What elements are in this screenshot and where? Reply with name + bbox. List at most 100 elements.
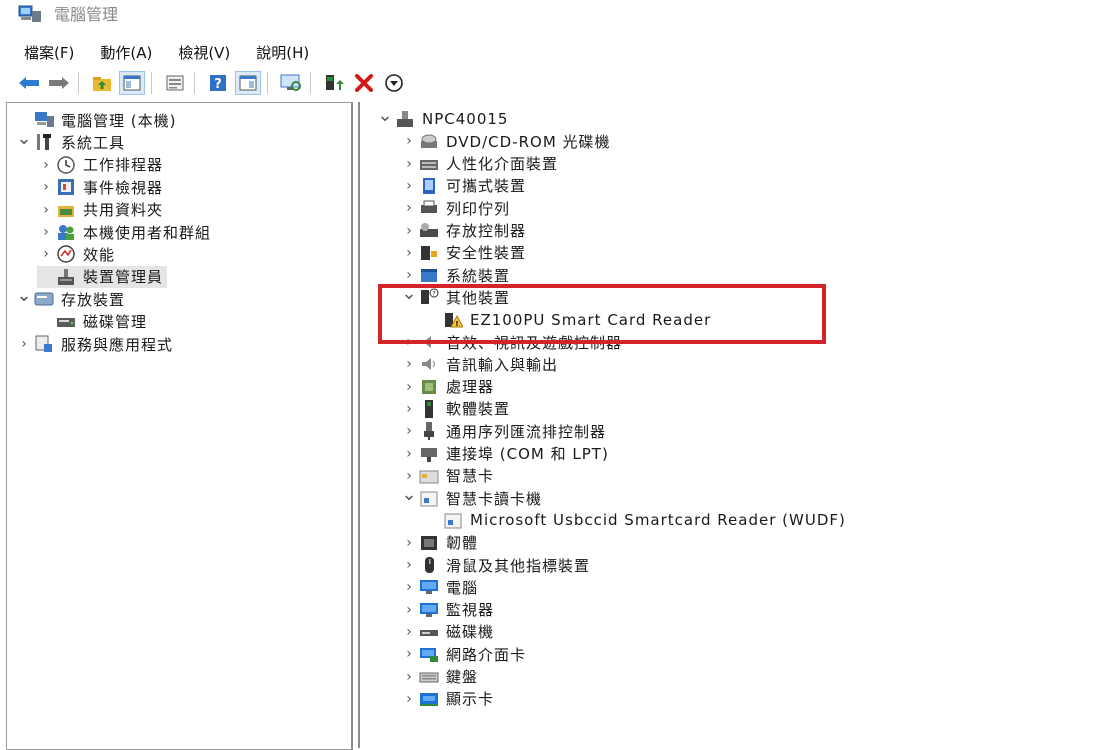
tree-item[interactable]: › 通用序列匯流排控制器: [400, 420, 606, 442]
smart-card-icon: [418, 466, 440, 486]
help-icon: ?: [210, 75, 226, 92]
smart-card-reader-icon: [418, 488, 440, 508]
chevron-right-icon[interactable]: ›: [400, 355, 418, 373]
tree-item[interactable]: › 可攜式裝置: [400, 175, 526, 197]
tree-item[interactable]: › 監視器: [400, 599, 494, 621]
tree-item[interactable]: › DVD/CD-ROM 光碟機: [400, 130, 611, 152]
tree-item[interactable]: › 韌體: [400, 532, 478, 554]
tree-item[interactable]: › 本機使用者和群組: [37, 221, 211, 243]
tree-item-label: 處理器: [446, 378, 495, 397]
forward-button[interactable]: [46, 71, 72, 95]
back-button[interactable]: [16, 71, 42, 95]
tree-item[interactable]: › 磁碟機: [400, 621, 494, 643]
tree-item[interactable]: › 軟體裝置: [400, 398, 510, 420]
update-driver-icon: [326, 75, 344, 90]
menu-help[interactable]: 說明(H): [256, 42, 309, 63]
tree-item-label: 智慧卡: [446, 467, 495, 486]
tree-item[interactable]: › 連接埠 (COM 和 LPT): [400, 443, 609, 465]
chevron-right-icon[interactable]: ›: [400, 467, 418, 485]
menu-view[interactable]: 檢視(V): [178, 42, 230, 63]
chevron-right-icon[interactable]: ›: [400, 400, 418, 418]
tree-item[interactable]: ⌄ 存放裝置: [15, 285, 125, 310]
tree-item[interactable]: 磁碟管理: [37, 311, 147, 333]
tree-item[interactable]: › 處理器: [400, 376, 494, 398]
chevron-right-icon[interactable]: ›: [400, 534, 418, 552]
chevron-right-icon[interactable]: ›: [400, 244, 418, 262]
device-tree-pane: ⌄ NPC40015 › DVD/CD-ROM 光碟機 › 人性化介面裝置 › 可攜式裝置 › 列…: [358, 102, 1102, 748]
tree-item[interactable]: › 網路介面卡: [400, 643, 526, 665]
toolbar-separator: [151, 72, 152, 94]
tree-item[interactable]: › 人性化介面裝置: [400, 153, 558, 175]
chevron-right-icon[interactable]: ›: [400, 155, 418, 173]
task-scheduler-icon: [55, 155, 77, 175]
menu-file[interactable]: 檔案(F): [24, 42, 74, 63]
tree-item[interactable]: 裝置管理員: [37, 265, 168, 288]
chevron-down-icon[interactable]: ⌄: [400, 484, 418, 505]
toolbar-separator: [78, 72, 79, 94]
tree-item[interactable]: › 事件檢視器: [37, 176, 163, 198]
chevron-right-icon[interactable]: ›: [37, 245, 55, 263]
tree-item-label: 效能: [83, 245, 116, 264]
chevron-right-icon[interactable]: ›: [400, 378, 418, 396]
tree-item-label: 網路介面卡: [446, 645, 527, 664]
chevron-right-icon[interactable]: ›: [400, 668, 418, 686]
chevron-right-icon[interactable]: ›: [37, 223, 55, 241]
tree-item[interactable]: › 滑鼠及其他指標裝置: [400, 554, 590, 576]
chevron-right-icon[interactable]: ›: [400, 266, 418, 284]
chevron-right-icon[interactable]: ›: [37, 156, 55, 174]
chevron-right-icon[interactable]: ›: [400, 601, 418, 619]
tree-item[interactable]: › 工作排程器: [37, 154, 163, 176]
window-title: 電腦管理: [54, 5, 119, 24]
chevron-right-icon[interactable]: ›: [37, 201, 55, 219]
enable-device-button[interactable]: [381, 71, 407, 95]
menu-action[interactable]: 動作(A): [100, 42, 152, 63]
show-hide-console-tree-button[interactable]: [119, 71, 145, 95]
chevron-right-icon[interactable]: ›: [400, 222, 418, 240]
help-button[interactable]: ?: [205, 71, 231, 95]
toolbar-separator: [267, 72, 268, 94]
device-manager-icon: [55, 267, 77, 287]
tree-item[interactable]: ⌄ NPC40015: [376, 105, 509, 130]
chevron-right-icon[interactable]: ›: [400, 422, 418, 440]
tree-item[interactable]: › 鍵盤: [400, 666, 478, 688]
tree-item[interactable]: › 存放控制器: [400, 220, 526, 242]
up-level-button[interactable]: [89, 71, 115, 95]
update-driver-button[interactable]: [321, 71, 347, 95]
chevron-right-icon[interactable]: ›: [400, 177, 418, 195]
tree-item[interactable]: › 顯示卡: [400, 688, 494, 710]
chevron-right-icon[interactable]: ›: [400, 578, 418, 596]
tree-item[interactable]: › 電腦: [400, 576, 478, 598]
chevron-right-icon[interactable]: ›: [15, 335, 33, 353]
chevron-down-icon[interactable]: ⌄: [15, 285, 33, 306]
chevron-right-icon[interactable]: ›: [400, 690, 418, 708]
tree-item-label: 鍵盤: [446, 668, 479, 686]
chevron-right-icon[interactable]: ›: [400, 556, 418, 574]
uninstall-device-button[interactable]: [351, 71, 377, 95]
scan-hardware-button[interactable]: [278, 71, 304, 95]
title-bar: 電腦管理: [0, 0, 1102, 38]
chevron-right-icon[interactable]: ›: [400, 445, 418, 463]
tree-item-label: NPC40015: [422, 110, 509, 128]
chevron-right-icon[interactable]: ›: [37, 178, 55, 196]
chevron-right-icon[interactable]: ›: [400, 623, 418, 641]
tree-item-label: 音訊輸入與輸出: [446, 355, 559, 374]
properties-button[interactable]: [162, 71, 188, 95]
tree-item[interactable]: ⌄ 智慧卡讀卡機: [400, 484, 542, 509]
tree-item[interactable]: › 列印佇列: [400, 197, 510, 219]
tree-item[interactable]: › 服務與應用程式: [15, 333, 173, 355]
chevron-right-icon[interactable]: ›: [400, 199, 418, 217]
tree-item[interactable]: › 音訊輸入與輸出: [400, 353, 558, 375]
chevron-right-icon[interactable]: ›: [400, 645, 418, 663]
tree-item[interactable]: › 效能: [37, 243, 115, 265]
tree-item[interactable]: › 共用資料夾: [37, 199, 163, 221]
tree-item[interactable]: Microsoft Usbccid Smartcard Reader (WUDF…: [424, 509, 846, 531]
chevron-down-icon[interactable]: ⌄: [15, 128, 33, 149]
print-queue-icon: [418, 198, 440, 218]
console-view-button[interactable]: [235, 71, 261, 95]
tree-item-label: 磁碟機: [446, 623, 495, 642]
chevron-down-icon[interactable]: ⌄: [376, 105, 394, 126]
tree-item[interactable]: 電腦管理 (本機): [15, 109, 176, 131]
chevron-right-icon[interactable]: ›: [400, 132, 418, 150]
tree-item[interactable]: ⌄ 系統工具: [15, 128, 125, 153]
tree-item[interactable]: › 安全性裝置: [400, 242, 526, 264]
